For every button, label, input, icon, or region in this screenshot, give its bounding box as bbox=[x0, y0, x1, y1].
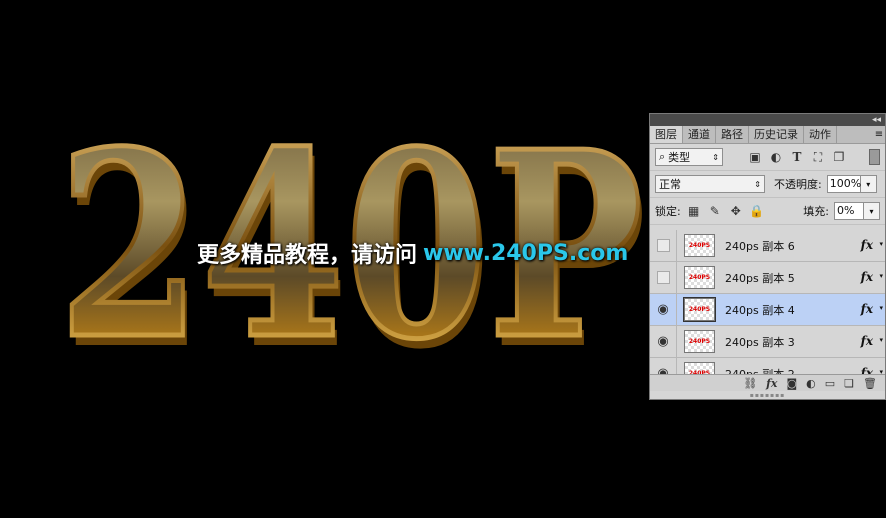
type-filter-icon[interactable]: T bbox=[789, 149, 805, 165]
fx-badge-icon[interactable]: fx bbox=[861, 334, 873, 348]
expand-effects-icon[interactable]: ▾ bbox=[879, 304, 883, 312]
updown-icon: ⇕ bbox=[712, 152, 719, 162]
fx-badge-icon[interactable]: fx bbox=[861, 302, 873, 316]
opacity-label: 不透明度: bbox=[774, 178, 822, 191]
layer-row[interactable]: 240PS 240ps 副本 6 fx ▾ bbox=[650, 230, 885, 262]
watermark: 更多精品教程，请访问 www.240PS.com bbox=[197, 236, 628, 270]
hidden-eye-box bbox=[656, 239, 670, 252]
tab-actions[interactable]: 动作 bbox=[804, 126, 837, 143]
lock-position-icon[interactable]: ✥ bbox=[728, 203, 744, 219]
layer-name[interactable]: 240ps 副本 6 bbox=[725, 238, 795, 254]
blend-mode-select[interactable]: 正常 ⇕ bbox=[655, 175, 765, 193]
lock-pixels-icon[interactable]: ✎ bbox=[707, 203, 723, 219]
eye-icon: ◉ bbox=[657, 302, 669, 317]
layers-list: 240PS 240ps 副本 6 fx ▾ 240PS 240ps 副本 5 fx ▾ ◉ 240… bbox=[650, 230, 885, 374]
eye-icon: ◉ bbox=[657, 334, 669, 349]
opacity-input[interactable]: 100% bbox=[826, 175, 861, 193]
filter-kind-label: 类型 bbox=[668, 151, 691, 164]
fill-input[interactable]: 0% bbox=[834, 202, 864, 220]
thumb-text: 240PS bbox=[688, 242, 711, 249]
image-filter-icon[interactable]: ▣ bbox=[747, 149, 763, 165]
new-layer-icon[interactable]: ❏ bbox=[844, 377, 854, 390]
blend-row: 正常 ⇕ 不透明度: 100% ▾ bbox=[650, 171, 885, 198]
panel-footer: ⛓ fx ◙ ◐ ▭ ❏ 🗑 bbox=[650, 374, 885, 391]
expand-effects-icon[interactable]: ▾ bbox=[879, 336, 883, 344]
lock-transparent-icon[interactable]: ▦ bbox=[686, 203, 702, 219]
visibility-toggle[interactable]: ◉ bbox=[650, 326, 677, 357]
fx-badge-icon[interactable]: fx bbox=[861, 238, 873, 252]
layer-row[interactable]: ◉ 240PS 240ps 副本 2 fx ▾ bbox=[650, 358, 885, 374]
layer-name[interactable]: 240ps 副本 5 bbox=[725, 270, 795, 286]
trash-icon[interactable]: 🗑 bbox=[863, 377, 877, 390]
lock-all-icon[interactable]: 🔒 bbox=[749, 203, 765, 219]
expand-effects-icon[interactable]: ▾ bbox=[879, 272, 883, 280]
layer-row[interactable]: ◉ 240PS 240ps 副本 3 fx ▾ bbox=[650, 326, 885, 358]
collapse-icon[interactable]: ◂◂ bbox=[872, 114, 881, 126]
visibility-toggle[interactable]: ◉ bbox=[650, 294, 677, 325]
folder-icon[interactable]: ▭ bbox=[825, 377, 835, 390]
visibility-toggle[interactable] bbox=[650, 262, 677, 293]
layer-name[interactable]: 240ps 副本 3 bbox=[725, 334, 795, 350]
expand-effects-icon[interactable]: ▾ bbox=[879, 240, 883, 248]
link-icon[interactable]: ⛓ bbox=[743, 377, 757, 390]
filter-row: ⌕ 类型 ⇕ ▣ ◐ T ⛶ ❐ bbox=[650, 144, 885, 171]
layer-name[interactable]: 240ps 副本 4 bbox=[725, 302, 795, 318]
eye-icon: ◉ bbox=[657, 366, 669, 374]
search-icon: ⌕ bbox=[659, 150, 666, 163]
watermark-cn: 更多精品教程，请访问 bbox=[197, 243, 418, 268]
panel-titlebar: ◂◂ bbox=[650, 114, 885, 126]
adjustment-filter-icon[interactable]: ◐ bbox=[768, 149, 784, 165]
layer-thumbnail: 240PS bbox=[684, 266, 715, 289]
thumb-text: 240PS bbox=[688, 338, 711, 345]
fx-badge-icon[interactable]: fx bbox=[861, 366, 873, 374]
visibility-toggle[interactable]: ◉ bbox=[650, 358, 677, 374]
mask-icon[interactable]: ◙ bbox=[786, 377, 797, 390]
layer-thumbnail: 240PS bbox=[683, 297, 716, 322]
fx-icon[interactable]: fx bbox=[766, 377, 777, 390]
hidden-eye-box bbox=[656, 271, 670, 284]
layer-thumbnail: 240PS bbox=[684, 330, 715, 353]
layer-name[interactable]: 240ps 副本 2 bbox=[725, 366, 795, 375]
adjustment-icon[interactable]: ◐ bbox=[806, 377, 816, 390]
visibility-toggle[interactable] bbox=[650, 230, 677, 261]
tab-history[interactable]: 历史记录 bbox=[749, 126, 804, 143]
tab-layers[interactable]: 图层 bbox=[650, 126, 683, 143]
filter-kind-select[interactable]: ⌕ 类型 ⇕ bbox=[655, 148, 723, 166]
thumb-text: 240PS bbox=[688, 306, 711, 313]
layer-row[interactable]: 240PS 240ps 副本 5 fx ▾ bbox=[650, 262, 885, 294]
smart-object-filter-icon[interactable]: ❐ bbox=[831, 149, 847, 165]
thumb-text: 240PS bbox=[688, 274, 711, 281]
lock-row: 锁定: ▦ ✎ ✥ 🔒 填充: 0% ▾ bbox=[650, 198, 885, 225]
tab-channels[interactable]: 通道 bbox=[683, 126, 716, 143]
opacity-dropdown[interactable]: ▾ bbox=[860, 175, 877, 193]
layer-row[interactable]: ◉ 240PS 240ps 副本 4 fx ▾ bbox=[650, 294, 885, 326]
watermark-url: www.240PS.com bbox=[423, 240, 629, 266]
lock-label: 锁定: bbox=[655, 205, 681, 218]
fill-label: 填充: bbox=[803, 205, 829, 218]
layers-panel: ◂◂ 图层 通道 路径 历史记录 动作 ≡ ⌕ 类型 ⇕ ▣ ◐ T ⛶ ❐ 正… bbox=[649, 113, 886, 400]
fx-badge-icon[interactable]: fx bbox=[861, 270, 873, 284]
shape-filter-icon[interactable]: ⛶ bbox=[810, 149, 826, 165]
layer-thumbnail: 240PS bbox=[684, 234, 715, 257]
filter-toggle[interactable] bbox=[869, 149, 880, 165]
panel-menu-icon[interactable]: ≡ bbox=[873, 126, 885, 143]
tab-paths[interactable]: 路径 bbox=[716, 126, 749, 143]
blend-mode-value: 正常 bbox=[659, 178, 681, 191]
fill-dropdown[interactable]: ▾ bbox=[864, 202, 880, 220]
layer-thumbnail: 240PS bbox=[684, 362, 715, 374]
panel-tabs: 图层 通道 路径 历史记录 动作 ≡ bbox=[650, 126, 885, 144]
updown-icon: ⇕ bbox=[754, 179, 761, 189]
resize-grip[interactable]: ▪▪▪▪▪▪▪ bbox=[650, 392, 885, 399]
